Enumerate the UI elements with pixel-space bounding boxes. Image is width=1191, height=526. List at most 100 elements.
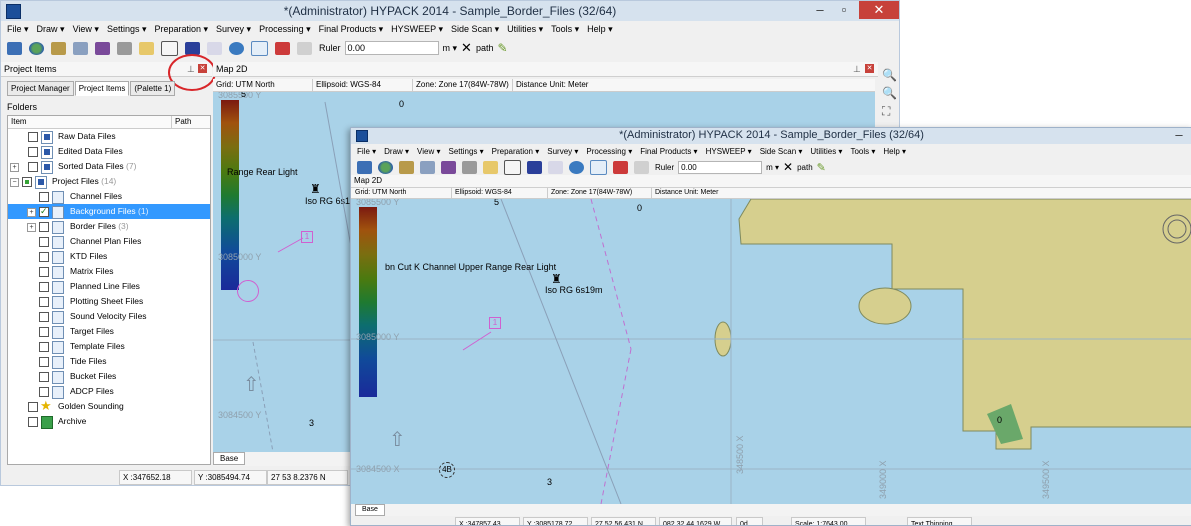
ruler-value-field[interactable]: 0.00: [344, 41, 439, 55]
tab-base[interactable]: Base: [355, 504, 385, 516]
boat-icon[interactable]: [51, 41, 66, 55]
menu-side-scan[interactable]: Side Scan ▾: [451, 24, 499, 35]
tree-item-archive[interactable]: Archive: [8, 414, 210, 429]
expand-icon[interactable]: +: [27, 223, 36, 232]
checkbox[interactable]: [39, 222, 49, 232]
tree-item-channel[interactable]: Channel Files: [8, 189, 210, 204]
tree-item-ktd[interactable]: KTD Files: [8, 249, 210, 264]
globe-icon[interactable]: [29, 41, 44, 55]
expand-icon[interactable]: +: [10, 163, 19, 172]
unit-dropdown[interactable]: m ▾: [443, 43, 458, 54]
menu-settings[interactable]: Settings ▾: [107, 24, 147, 35]
menu-side-scan[interactable]: Side Scan ▾: [760, 147, 803, 156]
line-tool-icon[interactable]: [73, 41, 88, 55]
hand-icon[interactable]: [483, 160, 498, 174]
menu-help[interactable]: Help ▾: [883, 147, 906, 156]
menu-view[interactable]: View ▾: [73, 24, 99, 35]
tree-item-plotting-sheet[interactable]: Plotting Sheet Files: [8, 294, 210, 309]
tree-item-planned-line[interactable]: Planned Line Files: [8, 279, 210, 294]
tree-item-adcp[interactable]: ADCP Files: [8, 384, 210, 399]
column-item[interactable]: Item: [8, 116, 172, 128]
pin-icon[interactable]: ⊥: [853, 64, 861, 75]
checkbox-checked[interactable]: ✓: [39, 206, 49, 217]
checkbox[interactable]: [39, 387, 49, 397]
checkbox[interactable]: [28, 147, 38, 157]
menu-view[interactable]: View ▾: [417, 147, 440, 156]
column-path[interactable]: Path: [172, 116, 209, 128]
checkbox[interactable]: [39, 312, 49, 322]
menu-survey[interactable]: Survey ▾: [216, 24, 251, 35]
menu-settings[interactable]: Settings ▾: [448, 147, 483, 156]
checkbox[interactable]: [39, 267, 49, 277]
survey-icon[interactable]: [462, 160, 477, 174]
tree-item-project-files[interactable]: − Project Files (14): [8, 174, 210, 189]
checkbox[interactable]: [39, 357, 49, 367]
tab-base[interactable]: Base: [213, 452, 246, 465]
menu-utilities[interactable]: Utilities ▾: [810, 147, 842, 156]
target-icon[interactable]: [229, 41, 244, 55]
hand-icon[interactable]: [139, 41, 154, 55]
menu-utilities[interactable]: Utilities ▾: [507, 24, 543, 35]
menu-tools[interactable]: Tools ▾: [551, 24, 579, 35]
grid-icon[interactable]: [634, 160, 649, 174]
checkbox[interactable]: [28, 162, 38, 172]
flag-icon[interactable]: [613, 160, 628, 174]
zoom-in-icon[interactable]: 🔍: [882, 68, 899, 82]
tree-item-sound-velocity[interactable]: Sound Velocity Files: [8, 309, 210, 324]
menu-processing[interactable]: Processing ▾: [586, 147, 632, 156]
menu-preparation[interactable]: Preparation ▾: [154, 24, 208, 35]
menu-tools[interactable]: Tools ▾: [850, 147, 875, 156]
tab-project-manager[interactable]: Project Manager: [7, 81, 74, 96]
menu-processing[interactable]: Processing ▾: [259, 24, 311, 35]
line-tool-icon[interactable]: [420, 160, 435, 174]
menu-help[interactable]: Help ▾: [587, 24, 613, 35]
checkbox[interactable]: [28, 417, 38, 427]
checkbox[interactable]: [28, 132, 38, 142]
zoom-extent-icon[interactable]: ⛶: [882, 104, 899, 119]
matrix-icon[interactable]: [527, 160, 542, 174]
sound-icon[interactable]: [548, 160, 563, 174]
menu-draw[interactable]: Draw ▾: [37, 24, 65, 35]
minimize-button[interactable]: –: [807, 1, 833, 19]
chart-icon[interactable]: [251, 40, 268, 56]
flag-icon[interactable]: [275, 41, 290, 55]
checkbox[interactable]: [39, 237, 49, 247]
ruler-value-field[interactable]: 0.00: [678, 160, 763, 174]
pencil-icon[interactable]: ✎: [497, 41, 507, 55]
close-button[interactable]: ✕: [859, 1, 899, 19]
chart-icon[interactable]: [590, 159, 607, 175]
pencil-icon[interactable]: ✎: [817, 161, 826, 174]
tree-item-background[interactable]: + ✓ Background Files (1): [8, 204, 210, 219]
tab-project-items[interactable]: Project Items: [74, 81, 130, 96]
clear-icon[interactable]: ✕: [461, 40, 472, 56]
minimize-button[interactable]: –: [1166, 128, 1191, 144]
tree-item-template[interactable]: Template Files: [8, 339, 210, 354]
tree-item-sorted-data[interactable]: + Sorted Data Files (7): [8, 159, 210, 174]
save-icon[interactable]: [7, 41, 22, 55]
menu-survey[interactable]: Survey ▾: [547, 147, 578, 156]
tree-item-golden-sounding[interactable]: ★ Golden Sounding: [8, 398, 210, 414]
checkbox[interactable]: [39, 327, 49, 337]
maximize-button[interactable]: ▫: [831, 1, 857, 19]
tree-item-raw-data[interactable]: Raw Data Files: [8, 129, 210, 144]
wand-icon[interactable]: [95, 41, 110, 55]
checkbox[interactable]: [39, 282, 49, 292]
panel-close-icon[interactable]: ✕: [865, 64, 874, 73]
tree-item-matrix[interactable]: Matrix Files: [8, 264, 210, 279]
grid-icon[interactable]: [297, 41, 312, 55]
book-icon[interactable]: [504, 159, 521, 175]
sound-icon[interactable]: [207, 41, 222, 55]
save-icon[interactable]: [357, 160, 372, 174]
menu-file[interactable]: File ▾: [357, 147, 376, 156]
zoom-out-icon[interactable]: 🔍: [882, 86, 899, 100]
tree-item-target[interactable]: Target Files: [8, 324, 210, 339]
wand-icon[interactable]: [441, 160, 456, 174]
book-icon[interactable]: [161, 40, 178, 56]
tree-item-tide[interactable]: Tide Files: [8, 354, 210, 369]
collapse-icon[interactable]: −: [10, 178, 19, 187]
unit-dropdown[interactable]: m ▾: [766, 163, 779, 172]
menu-final-products[interactable]: Final Products ▾: [640, 147, 697, 156]
menu-draw[interactable]: Draw ▾: [384, 147, 409, 156]
menu-preparation[interactable]: Preparation ▾: [492, 147, 540, 156]
clear-icon[interactable]: ✕: [783, 160, 793, 174]
